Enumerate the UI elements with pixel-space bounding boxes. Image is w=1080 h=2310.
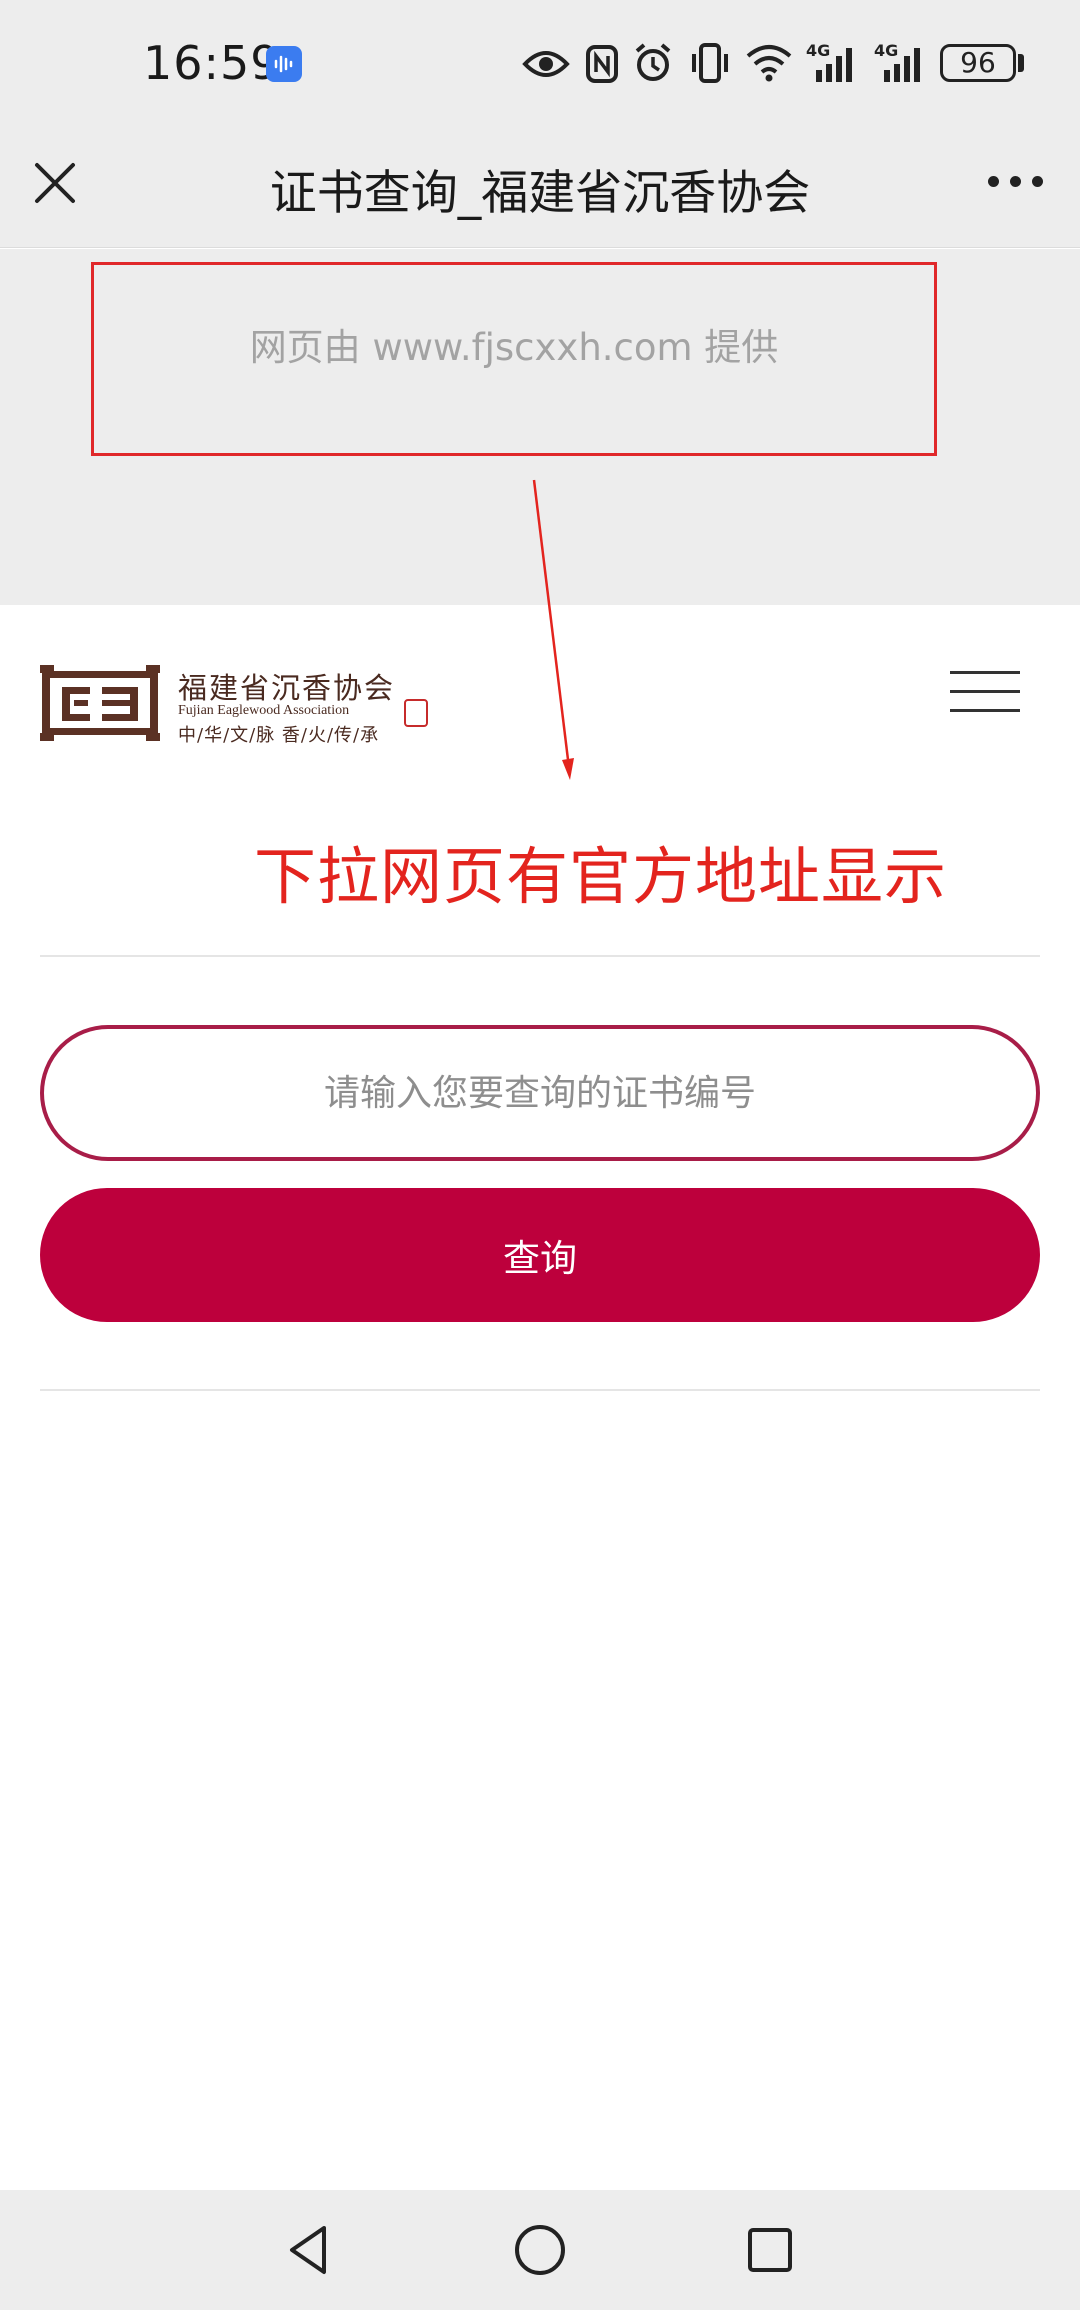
- logo-emblem-icon: [40, 665, 160, 741]
- vibrate-icon: [692, 43, 728, 83]
- battery-tip: [1018, 54, 1024, 72]
- svg-text:4G: 4G: [806, 41, 830, 60]
- query-button[interactable]: 查询: [40, 1188, 1040, 1322]
- battery-icon: 96: [940, 44, 1016, 82]
- certificate-number-input[interactable]: [40, 1025, 1040, 1161]
- provider-text: 网页由 www.fjscxxh.com 提供: [249, 326, 779, 369]
- navigation-bar: [0, 2190, 1080, 2310]
- title-bar: 证书查询_福建省沉香协会: [0, 120, 1080, 248]
- wifi-icon: [746, 45, 792, 82]
- recent-apps-icon[interactable]: [740, 2220, 800, 2280]
- divider-top: [40, 955, 1040, 957]
- signal-4g-icon: 4G: [874, 41, 920, 82]
- logo-english-name: Fujian Eaglewood Association: [178, 703, 350, 718]
- page-title: 证书查询_福建省沉香协会: [269, 166, 811, 221]
- divider-bottom: [40, 1389, 1040, 1391]
- seal-icon: [404, 699, 428, 727]
- eye-icon: [522, 51, 570, 77]
- more-icon[interactable]: [988, 172, 1044, 192]
- nfc-icon: [586, 45, 618, 83]
- annotation-arrow-icon: [532, 479, 574, 780]
- home-icon[interactable]: [510, 2220, 570, 2280]
- alarm-icon: [635, 43, 671, 81]
- hamburger-menu-icon[interactable]: [950, 669, 1020, 715]
- site-logo[interactable]: 福建省沉香协会 Fujian Eaglewood Association 中/华…: [40, 663, 440, 763]
- status-time: 16:59: [143, 36, 281, 90]
- annotation-highlight-box: 网页由 www.fjscxxh.com 提供: [91, 262, 937, 456]
- signal-4g-icon: 4G: [806, 41, 852, 82]
- status-bar: 16:59 4G 4G 96: [0, 0, 1080, 120]
- svg-text:4G: 4G: [874, 41, 898, 60]
- voice-assistant-icon: [266, 46, 302, 82]
- back-icon[interactable]: [280, 2220, 340, 2280]
- logo-slogan: 中/华/文/脉 香/火/传/承: [178, 725, 380, 746]
- annotation-text: 下拉网页有官方地址显示: [254, 840, 948, 913]
- logo-name: 福建省沉香协会: [178, 671, 396, 705]
